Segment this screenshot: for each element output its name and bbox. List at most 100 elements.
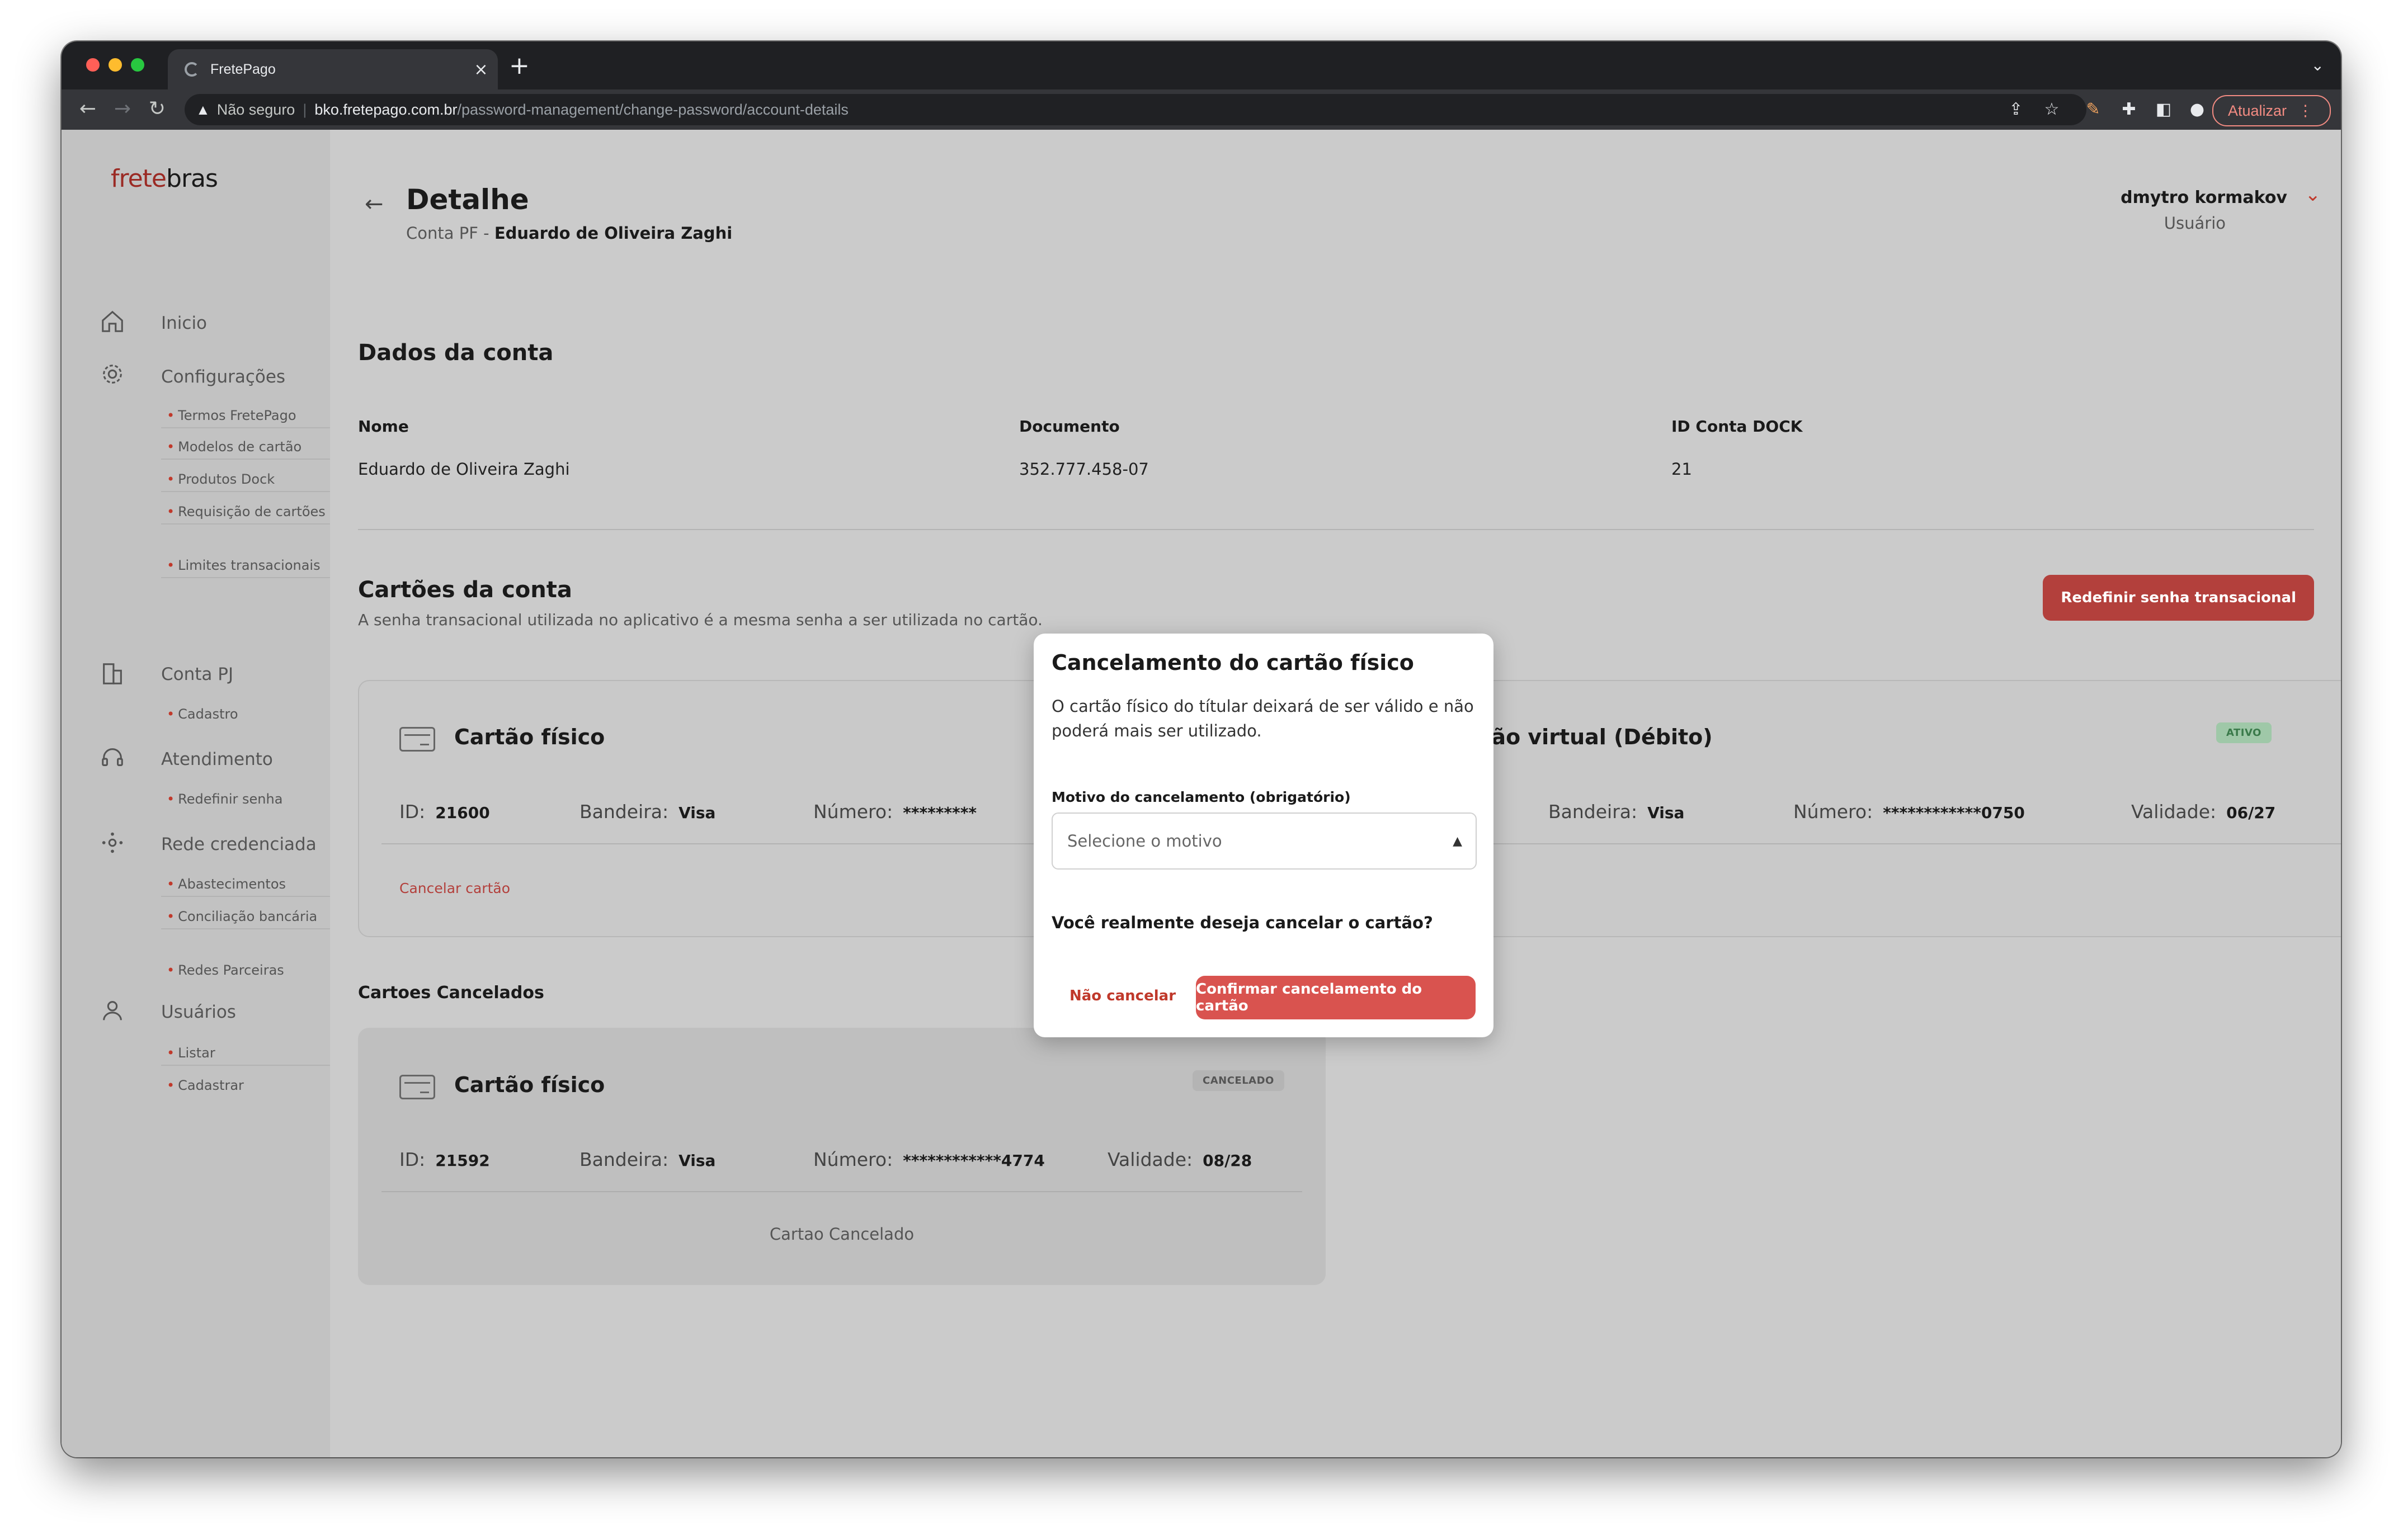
reason-label: Motivo do cancelamento (obrigatório) [1052,789,1351,805]
dock-id-label: ID Conta DOCK [1671,417,1803,436]
field-label: Bandeira: [579,801,669,823]
back-arrow-icon[interactable]: ← [365,191,384,217]
back-icon[interactable]: ← [75,96,101,122]
sidebar-subitem-produtos[interactable]: • Produtos Dock [161,469,330,492]
field-label: Número: [813,801,893,823]
cancel-card-link[interactable]: Cancelar cartão [399,880,510,896]
page-title: Detalhe [406,183,529,216]
update-button[interactable]: Atualizar ⋮ [2212,95,2331,126]
cancelled-card-panel: Cartão físico CANCELADO ID: 21592 Bandeir… [358,1028,1326,1285]
chevron-down-icon[interactable]: ⌄ [2305,183,2321,206]
sidebar: fretebras Inicio Configurações • Termos F… [62,130,330,1457]
pen-extension-icon[interactable]: ✎ [2081,97,2105,122]
cancelled-card-validity: Validade: 08/28 [1108,1149,1252,1170]
reload-icon[interactable]: ↻ [144,96,170,122]
cancelled-cards-title: Cartoes Cancelados [358,983,544,1003]
sidebar-subitem-abastecimentos[interactable]: • Abastecimentos [161,873,330,897]
logo-part-1: frete [111,164,167,193]
cards-section-description: A senha transacional utilizada no aplica… [358,611,1043,629]
field-value: Visa [679,1151,716,1170]
tab-search-chevron-icon[interactable]: ⌄ [2311,56,2324,74]
document-label: Documento [1019,417,1120,436]
address-bar[interactable]: ▲ Não seguro | bko.fretepago.com.br /pas… [185,94,2086,125]
cancelled-card-brand: Bandeira: Visa [579,1149,715,1170]
url-path: /password-management/change-password/acc… [457,101,849,118]
virtual-card-number: Número: ************0750 [1793,801,2025,823]
side-panel-icon[interactable]: ◧ [2151,97,2176,122]
sidebar-subitem-label: Limites transacionais [178,558,321,573]
gear-icon [103,365,122,384]
field-value: Visa [679,804,716,822]
account-section-title: Dados da conta [358,340,554,366]
page-subtitle: Conta PF - Eduardo de Oliveira Zaghi [406,224,732,243]
sidebar-item-configuracoes[interactable]: Configurações [161,367,285,387]
logo-part-2: bras [166,164,218,193]
sidebar-subitem-limites[interactable]: • Limites transacionais [161,555,330,578]
field-value: ************0750 [1883,804,2025,822]
window-controls [86,58,144,72]
sidebar-subitem-redefinir[interactable]: • Redefinir senha [161,788,330,811]
field-value: 21600 [435,804,490,822]
sidebar-subitem-label: Produtos Dock [178,471,275,487]
browser-tab[interactable]: FretePago × [168,49,498,89]
sidebar-subitem-redes[interactable]: • Redes Parceiras [161,960,330,982]
field-label: Bandeira: [1548,801,1638,823]
subtitle-prefix: Conta PF - [406,224,494,243]
sidebar-subitem-label: Modelos de cartão [178,439,302,455]
sidebar-subitem-modelos[interactable]: • Modelos de cartão [161,436,330,460]
url-host: bko.fretepago.com.br [314,101,458,118]
physical-card-title: Cartão físico [454,725,605,749]
dock-id-value: 21 [1671,460,1692,479]
share-icon[interactable]: ⇪ [2004,97,2028,122]
sidebar-subitem-requisicao[interactable]: • Requisição de cartões [161,501,330,525]
sidebar-item-atendimento[interactable]: Atendimento [161,749,273,769]
field-value: 08/28 [1203,1151,1252,1170]
dialog-question: Você realmente deseja cancelar o cartão? [1052,913,1433,932]
field-label: Número: [813,1149,893,1170]
dont-cancel-button[interactable]: Não cancelar [1069,988,1176,1004]
browser-toolbar: ← → ↻ ▲ Não seguro | bko.fretepago.com.b… [62,89,2341,130]
field-label: Número: [1793,801,1873,823]
card-divider [381,1191,1302,1192]
new-tab-icon[interactable]: + [509,54,530,78]
maximize-window-button[interactable] [131,58,144,72]
network-icon [102,832,123,853]
sidebar-item-rede[interactable]: Rede credenciada [161,834,317,854]
sidebar-item-inicio[interactable]: Inicio [161,313,207,333]
browser-window: FretePago × + ⌄ ← → ↻ ▲ Não seguro | bko… [62,41,2341,1457]
extensions-puzzle-icon[interactable]: ✚ [2117,97,2141,122]
user-name[interactable]: dmytro kormakov [2121,188,2287,207]
tab-close-icon[interactable]: × [470,60,492,79]
name-value: Eduardo de Oliveira Zaghi [358,460,570,479]
sidebar-subitem-cadastrar[interactable]: • Cadastrar [161,1075,330,1097]
confirm-cancellation-button[interactable]: Confirmar cancelamento do cartão [1196,976,1476,1019]
forward-icon[interactable]: → [110,96,135,122]
sidebar-subitem-label: Cadastrar [178,1078,244,1093]
sidebar-item-usuarios[interactable]: Usuários [161,1002,236,1022]
field-value: Visa [1647,804,1685,822]
field-label: Validade: [1108,1149,1193,1170]
sidebar-subitem-termos[interactable]: • Termos FretePago [161,405,330,428]
sidebar-subitem-listar[interactable]: • Listar [161,1042,330,1066]
fretebras-logo[interactable]: fretebras [111,164,218,193]
user-icon [103,1001,122,1021]
reason-select[interactable]: Selecione o motivo ▲ [1052,812,1477,870]
reset-transaction-password-button[interactable]: Redefinir senha transacional [2043,575,2314,621]
cancelled-card-id: ID: 21592 [399,1149,490,1170]
field-value: 21592 [435,1151,490,1170]
headset-icon [102,748,123,766]
home-icon [102,310,123,332]
sidebar-subitem-conciliacao[interactable]: • Conciliação bancária [161,906,330,929]
name-label: Nome [358,417,409,436]
bookmark-star-icon[interactable]: ☆ [2039,97,2064,122]
status-badge-cancelled: CANCELADO [1193,1070,1284,1091]
url-separator: | [303,101,307,118]
cards-section-title: Cartões da conta [358,577,572,603]
sidebar-subitem-label: Listar [178,1045,215,1061]
close-window-button[interactable] [86,58,100,72]
sidebar-subitem-cadastro[interactable]: • Cadastro [161,703,330,726]
building-icon [103,663,122,684]
minimize-window-button[interactable] [109,58,122,72]
profile-avatar-icon[interactable]: ● [2185,97,2209,122]
sidebar-item-conta-pj[interactable]: Conta PJ [161,664,233,684]
